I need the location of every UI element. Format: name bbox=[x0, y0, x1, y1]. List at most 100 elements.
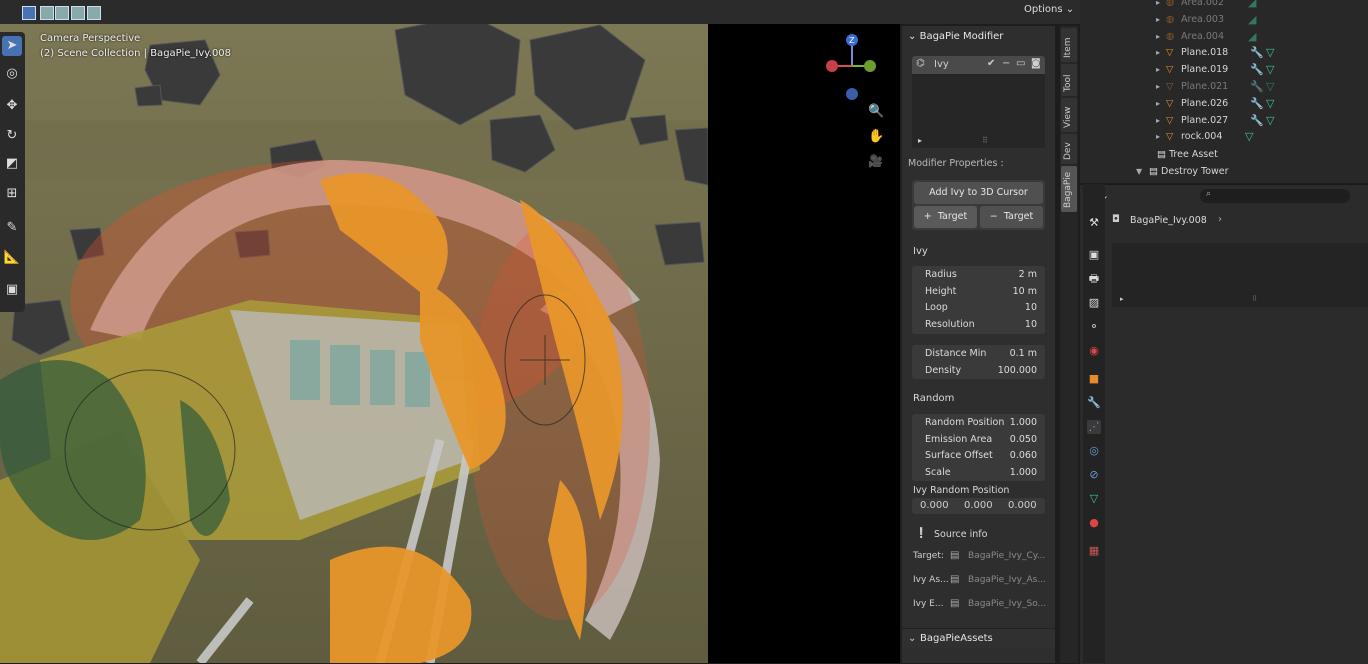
annotate-tool-icon[interactable]: ✎ bbox=[2, 218, 22, 238]
mesh-data-icon[interactable]: ▽ bbox=[1266, 46, 1274, 59]
cursor-tool-icon[interactable]: ◎ bbox=[2, 64, 22, 84]
pan-hand-icon[interactable]: ✋ bbox=[868, 129, 884, 144]
ivy-field[interactable]: Resolution 10 bbox=[912, 317, 1045, 333]
remove-icon[interactable]: − bbox=[1002, 58, 1010, 69]
view-layer-icon[interactable]: ▨ bbox=[1087, 296, 1101, 310]
source-value-field[interactable]: BagaPie_Ivy_Cy... bbox=[968, 551, 1045, 561]
modifier-icon[interactable]: 🔧 bbox=[1250, 114, 1264, 127]
source-value-field[interactable]: BagaPie_Ivy_As... bbox=[968, 575, 1046, 585]
zoom-icon[interactable]: 🔍 bbox=[868, 104, 884, 119]
add-target-button[interactable]: + Target bbox=[914, 206, 977, 228]
mesh-data-icon[interactable]: ▽ bbox=[1245, 130, 1253, 143]
ivy-field[interactable]: Loop 10 bbox=[912, 300, 1045, 316]
extend-mode-icon[interactable] bbox=[40, 6, 54, 20]
random-field[interactable]: Scale 1.000 bbox=[912, 465, 1045, 481]
3d-viewport[interactable] bbox=[0, 0, 708, 663]
distance-field[interactable]: Distance Min 0.1 m bbox=[912, 346, 1045, 362]
tab-bagapie[interactable]: BagaPie bbox=[1061, 166, 1077, 212]
distance-field[interactable]: Density 100.000 bbox=[912, 363, 1045, 379]
outliner-row[interactable]: ▸ ▽ Plane.019 bbox=[1156, 61, 1228, 78]
ivy-field[interactable]: Height 10 m bbox=[912, 284, 1045, 300]
render-properties-icon[interactable]: ▣ bbox=[1087, 248, 1101, 262]
world-properties-icon[interactable]: ◉ bbox=[1087, 344, 1101, 358]
scale-tool-icon[interactable]: ◩ bbox=[2, 154, 22, 174]
expand-triangle-icon[interactable]: ▸ bbox=[1156, 128, 1166, 145]
tool-properties-icon[interactable]: ⚒ bbox=[1087, 216, 1101, 230]
random-field[interactable]: Surface Offset 0.060 bbox=[912, 448, 1045, 464]
mesh-data-icon[interactable]: ▽ bbox=[1266, 114, 1274, 127]
expand-arrow-icon[interactable]: ▸ bbox=[918, 136, 922, 145]
random-field[interactable]: Emission Area 0.050 bbox=[912, 432, 1045, 448]
mesh-data-icon[interactable]: ▽ bbox=[1266, 80, 1274, 93]
ivy-random-x-field[interactable]: 0.000 bbox=[920, 500, 949, 511]
scene-properties-icon[interactable]: ⚬ bbox=[1087, 320, 1101, 334]
modifier-icon[interactable]: 🔧 bbox=[1250, 97, 1264, 110]
modifier-icon[interactable]: 🔧 bbox=[1250, 46, 1264, 59]
tab-view[interactable]: View bbox=[1061, 98, 1077, 132]
outliner-row[interactable]: ▸ ▽ Plane.027 bbox=[1156, 112, 1228, 129]
expand-triangle-icon[interactable]: ▸ bbox=[1156, 0, 1166, 11]
source-value-field[interactable]: BagaPie_Ivy_So... bbox=[968, 599, 1046, 609]
resize-grip-icon[interactable]: ⠿ bbox=[982, 136, 988, 145]
ivy-random-y-field[interactable]: 0.000 bbox=[964, 500, 993, 511]
constraints-properties-icon[interactable]: ⊘ bbox=[1087, 468, 1101, 482]
ivy-field[interactable]: Radius 2 m bbox=[912, 267, 1045, 283]
chevron-right-icon[interactable]: › bbox=[1218, 214, 1222, 225]
expand-triangle-icon[interactable]: ▸ bbox=[1156, 112, 1166, 129]
measure-tool-icon[interactable]: 📐 bbox=[2, 248, 22, 268]
ivy-random-z-field[interactable]: 0.000 bbox=[1008, 500, 1037, 511]
light-data-icon[interactable]: ◢ bbox=[1248, 0, 1256, 9]
data-properties-icon[interactable]: ▽ bbox=[1087, 492, 1101, 506]
material-properties-icon[interactable]: ● bbox=[1087, 516, 1101, 530]
tab-dev[interactable]: Dev bbox=[1061, 134, 1077, 164]
mesh-data-icon[interactable]: ▽ bbox=[1266, 63, 1274, 76]
rotate-tool-icon[interactable]: ↻ bbox=[2, 126, 22, 146]
expand-triangle-icon[interactable]: ▸ bbox=[1156, 44, 1166, 61]
difference-mode-icon[interactable] bbox=[71, 6, 85, 20]
outliner-row[interactable]: ▸ ◍ Area.004 bbox=[1156, 28, 1224, 45]
mesh-data-icon[interactable]: ▽ bbox=[1266, 97, 1274, 110]
outliner-row[interactable]: ▸ ▽ Plane.018 bbox=[1156, 44, 1228, 61]
select-mode-icon[interactable] bbox=[22, 6, 36, 20]
expand-arrow-icon[interactable]: ▸ bbox=[1120, 295, 1124, 303]
properties-search-input[interactable]: ⌕ bbox=[1200, 189, 1350, 203]
modifier-icon[interactable]: 🔧 bbox=[1250, 63, 1264, 76]
light-data-icon[interactable]: ◢ bbox=[1248, 30, 1256, 43]
texture-properties-icon[interactable]: ▦ bbox=[1087, 544, 1101, 558]
resize-grip-icon[interactable]: ⠿ bbox=[1252, 295, 1257, 303]
outliner-row[interactable]: ▸ ◍ Area.002 bbox=[1156, 0, 1224, 11]
expand-triangle-icon[interactable]: ▸ bbox=[1156, 28, 1166, 45]
add-ivy-to-cursor-button[interactable]: Add Ivy to 3D Cursor bbox=[914, 182, 1043, 204]
remove-target-button[interactable]: − Target bbox=[980, 206, 1043, 228]
outliner-row[interactable]: ▸ ▽ Plane.021 bbox=[1156, 78, 1228, 95]
tab-tool[interactable]: Tool bbox=[1061, 64, 1077, 96]
modifier-properties-icon[interactable]: 🔧 bbox=[1087, 396, 1101, 410]
outliner-row[interactable]: ▸ ◍ Area.003 bbox=[1156, 11, 1224, 28]
bagapie-assets-header[interactable]: ⌄ BagaPieAssets bbox=[902, 628, 1055, 649]
monitor-icon[interactable]: ▭ bbox=[1016, 58, 1025, 69]
light-data-icon[interactable]: ◢ bbox=[1248, 13, 1256, 26]
outliner-row[interactable]: ▸ ▽ Plane.026 bbox=[1156, 95, 1228, 112]
subtract-mode-icon[interactable] bbox=[55, 6, 69, 20]
object-properties-icon[interactable]: ■ bbox=[1087, 372, 1101, 386]
expand-triangle-icon[interactable]: ▸ bbox=[1156, 78, 1166, 95]
move-tool-icon[interactable]: ✥ bbox=[2, 96, 22, 116]
modifier-icon[interactable]: 🔧 bbox=[1250, 80, 1264, 93]
tab-item[interactable]: Item bbox=[1061, 28, 1077, 62]
physics-properties-icon[interactable]: ◎ bbox=[1087, 444, 1101, 458]
modifier-list-item[interactable]: ⌬ Ivy ✔ − ▭ ◙ bbox=[912, 56, 1045, 74]
expand-triangle-icon[interactable]: ▼ bbox=[1136, 163, 1146, 180]
camera-view-icon[interactable]: 🎥 bbox=[868, 154, 883, 168]
expand-triangle-icon[interactable]: ▸ bbox=[1156, 61, 1166, 78]
render-camera-icon[interactable]: ◙ bbox=[1031, 58, 1041, 69]
options-dropdown[interactable]: Options ⌄ bbox=[1024, 4, 1074, 15]
expand-triangle-icon[interactable]: ▸ bbox=[1156, 11, 1166, 28]
particles-properties-icon[interactable]: ⋰ bbox=[1087, 420, 1101, 434]
intersect-mode-icon[interactable] bbox=[87, 6, 101, 20]
transform-tool-icon[interactable]: ⊞ bbox=[2, 184, 22, 204]
add-cube-tool-icon[interactable]: ▣ bbox=[2, 280, 22, 300]
checkmark-icon[interactable]: ✔ bbox=[987, 58, 995, 69]
random-field[interactable]: Random Position 1.000 bbox=[912, 415, 1045, 431]
output-properties-icon[interactable]: 🖶 bbox=[1087, 272, 1101, 286]
outliner-row[interactable]: ▸ ▽ rock.004 bbox=[1156, 128, 1222, 145]
